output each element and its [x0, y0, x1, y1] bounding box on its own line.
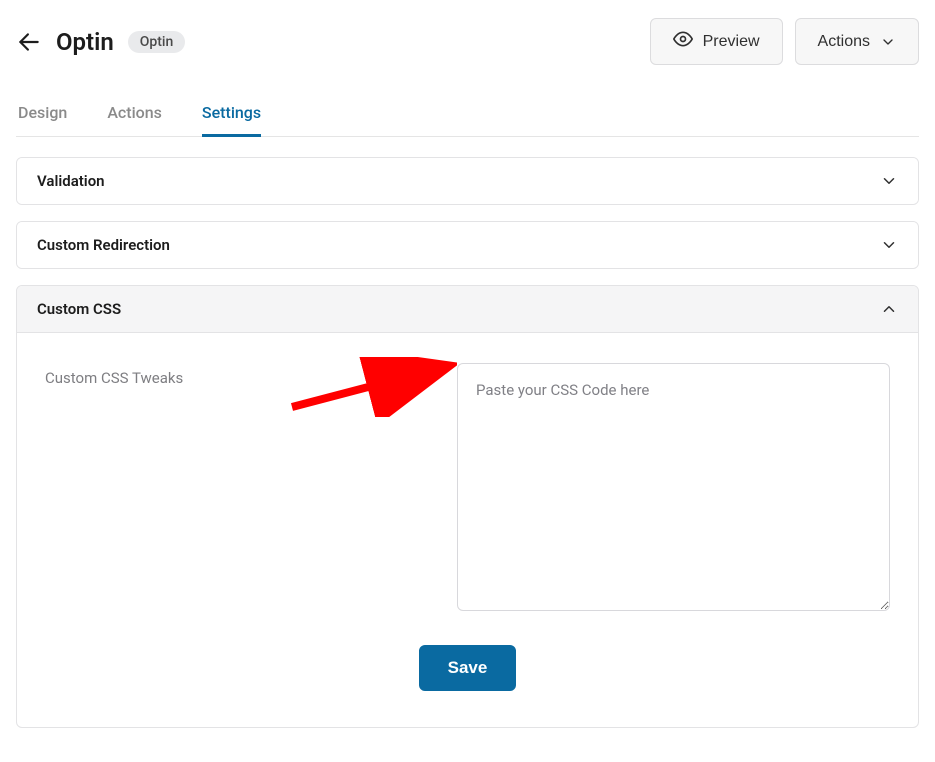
- back-arrow-icon[interactable]: [16, 29, 42, 55]
- accordion-custom-css: Custom CSS Custom CSS Tweaks: [16, 285, 919, 728]
- preview-label: Preview: [703, 33, 760, 51]
- page-header: Optin Optin Preview Actions: [16, 18, 919, 65]
- chevron-down-icon: [880, 236, 898, 254]
- accordion-custom-css-body: Custom CSS Tweaks Save: [17, 333, 918, 727]
- custom-css-textarea[interactable]: [457, 363, 890, 611]
- custom-css-label: Custom CSS Tweaks: [45, 363, 425, 615]
- actions-label: Actions: [818, 33, 870, 51]
- accordion-custom-redirection-title: Custom Redirection: [37, 236, 170, 254]
- accordion-validation-header[interactable]: Validation: [17, 158, 918, 204]
- accordion-custom-css-title: Custom CSS: [37, 300, 121, 318]
- eye-icon: [673, 29, 693, 54]
- chevron-up-icon: [880, 300, 898, 318]
- accordion-validation-title: Validation: [37, 172, 105, 190]
- save-row: Save: [45, 645, 890, 691]
- actions-button[interactable]: Actions: [795, 18, 919, 65]
- save-button[interactable]: Save: [419, 645, 517, 691]
- chevron-down-icon: [880, 34, 896, 50]
- tab-actions[interactable]: Actions: [107, 95, 162, 137]
- header-left: Optin Optin: [16, 28, 185, 56]
- accordion-custom-redirection: Custom Redirection: [16, 221, 919, 269]
- type-badge: Optin: [128, 31, 186, 53]
- tab-design[interactable]: Design: [18, 95, 67, 137]
- accordion-custom-css-header[interactable]: Custom CSS: [17, 286, 918, 333]
- tab-settings[interactable]: Settings: [202, 95, 261, 137]
- accordion-custom-redirection-header[interactable]: Custom Redirection: [17, 222, 918, 268]
- header-right: Preview Actions: [650, 18, 919, 65]
- settings-panels: Validation Custom Redirection Custom CSS: [16, 157, 919, 728]
- tabs: Design Actions Settings: [16, 95, 919, 137]
- custom-css-field: Custom CSS Tweaks: [45, 363, 890, 615]
- accordion-validation: Validation: [16, 157, 919, 205]
- custom-css-control: [457, 363, 890, 615]
- chevron-down-icon: [880, 172, 898, 190]
- preview-button[interactable]: Preview: [650, 18, 783, 65]
- page-title: Optin: [56, 28, 114, 56]
